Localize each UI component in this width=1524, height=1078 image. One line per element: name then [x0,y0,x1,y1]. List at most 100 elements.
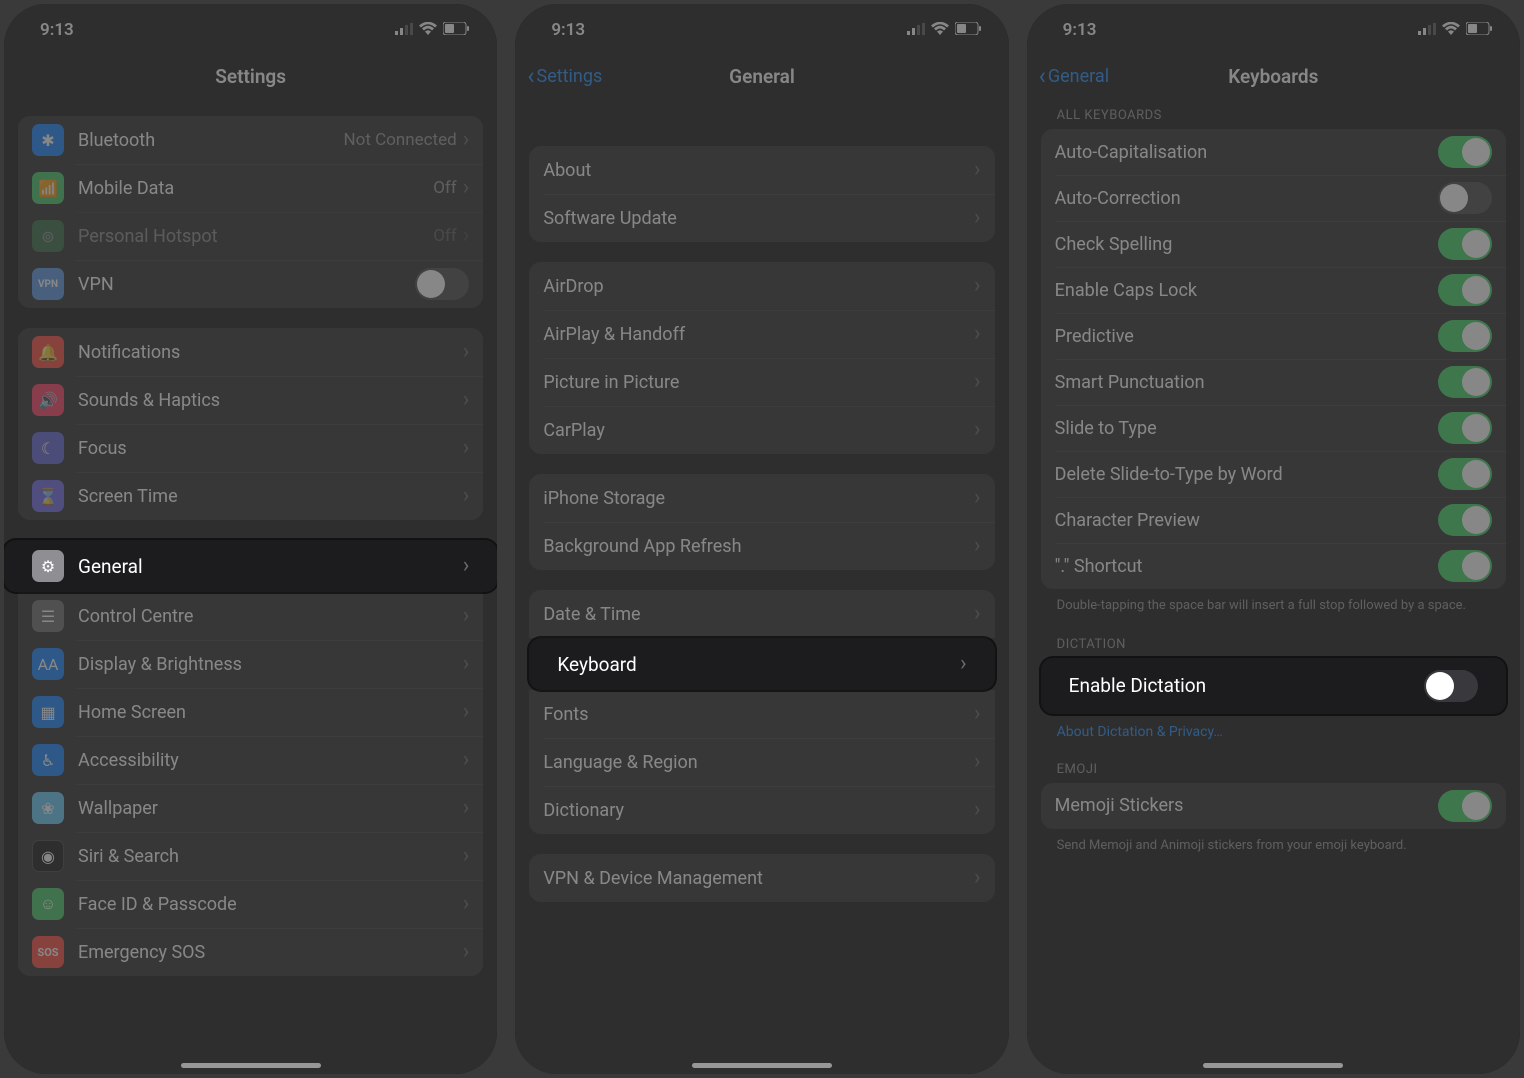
row-notifications[interactable]: 🔔 Notifications › [18,328,483,376]
row-label: Date & Time [543,604,974,625]
back-button[interactable]: ‹ Settings [527,64,602,88]
settings-content[interactable]: ✱ Bluetooth Not Connected› 📶 Mobile Data… [4,96,497,1074]
row-keyboard-highlight[interactable]: Keyboard › [529,638,994,690]
sos-icon: SOS [32,936,64,968]
chevron-right-icon: › [463,129,470,151]
row-check-spelling[interactable]: Check Spelling [1041,221,1506,267]
toggle-vpn[interactable] [415,268,469,300]
toggle-check-spelling[interactable] [1438,228,1492,260]
toggle-delete-slide-to-type-by-word[interactable] [1438,458,1492,490]
toggle-memoji-stickers[interactable] [1438,790,1492,822]
row-control-centre[interactable]: ☰ Control Centre › [18,592,483,640]
row-label: Background App Refresh [543,536,974,557]
row-software-update[interactable]: Software Update › [529,194,994,242]
row-carplay[interactable]: CarPlay › [529,406,994,454]
chevron-right-icon: › [974,799,981,821]
chevron-right-icon: › [463,177,470,199]
chevron-right-icon: › [463,701,470,723]
chevron-right-icon: › [463,749,470,771]
row-language-region[interactable]: Language & Region › [529,738,994,786]
row-about[interactable]: About › [529,146,994,194]
siri-icon: ◉ [32,840,64,872]
row-vpn-device-management[interactable]: VPN & Device Management › [529,854,994,902]
toggle-auto-capitalisation[interactable] [1438,136,1492,168]
row-label: Keyboard [557,653,960,676]
row-background-app-refresh[interactable]: Background App Refresh › [529,522,994,570]
row-label: Character Preview [1055,510,1438,531]
chevron-right-icon: › [974,275,981,297]
chevron-right-icon: › [463,389,470,411]
accessibility-icon: ♿︎ [32,744,64,776]
row-label: Predictive [1055,326,1438,347]
row-siri-search[interactable]: ◉ Siri & Search › [18,832,483,880]
chevron-right-icon: › [974,159,981,181]
page-title: General [729,65,795,88]
row-face-id-passcode[interactable]: ☺︎ Face ID & Passcode › [18,880,483,928]
nav-bar: Settings [4,56,497,96]
toggle-auto-correction[interactable] [1438,182,1492,214]
row-wallpaper[interactable]: ❀ Wallpaper › [18,784,483,832]
row-label: VPN [78,274,415,295]
general-content[interactable]: About › Software Update › AirDrop › AirP… [515,96,1008,1074]
row-home-screen[interactable]: ▦ Home Screen › [18,688,483,736]
privacy-link[interactable]: About Dictation & Privacy… [1041,714,1506,740]
row-bluetooth[interactable]: ✱ Bluetooth Not Connected› [18,116,483,164]
row-label: Auto-Correction [1055,188,1438,209]
footer-note: Send Memoji and Animoji stickers from yo… [1041,829,1506,855]
signal-icon [395,20,413,40]
row-enable-dictation-highlight[interactable]: Enable Dictation [1041,658,1506,714]
row-picture-in-picture[interactable]: Picture in Picture › [529,358,994,406]
row-fonts[interactable]: Fonts › [529,690,994,738]
row-mobile-data[interactable]: 📶 Mobile Data Off› [18,164,483,212]
home-indicator[interactable] [692,1063,832,1068]
toggle-character-preview[interactable] [1438,504,1492,536]
row-sounds-haptics[interactable]: 🔊 Sounds & Haptics › [18,376,483,424]
moon-icon: ☾ [32,432,64,464]
status-bar: 9:13 [1027,4,1520,56]
row-auto-capitalisation[interactable]: Auto-Capitalisation [1041,129,1506,175]
row-date-time[interactable]: Date & Time › [529,590,994,638]
row-airdrop[interactable]: AirDrop › [529,262,994,310]
row-screen-time[interactable]: ⌛ Screen Time › [18,472,483,520]
toggle-predictive[interactable] [1438,320,1492,352]
row--shortcut[interactable]: "." Shortcut [1041,543,1506,589]
row-display-brightness[interactable]: AA Display & Brightness › [18,640,483,688]
row-auto-correction[interactable]: Auto-Correction [1041,175,1506,221]
row-delete-slide-to-type-by-word[interactable]: Delete Slide-to-Type by Word [1041,451,1506,497]
row-label: Home Screen [78,702,463,723]
row-memoji-stickers[interactable]: Memoji Stickers [1041,783,1506,829]
row-label: Display & Brightness [78,654,463,675]
row-airplay-handoff[interactable]: AirPlay & Handoff › [529,310,994,358]
toggle-enable-caps-lock[interactable] [1438,274,1492,306]
toggle--shortcut[interactable] [1438,550,1492,582]
row-emergency-sos[interactable]: SOS Emergency SOS › [18,928,483,976]
row-label: Fonts [543,704,974,725]
row-enable-caps-lock[interactable]: Enable Caps Lock [1041,267,1506,313]
row-slide-to-type[interactable]: Slide to Type [1041,405,1506,451]
back-button[interactable]: ‹ General [1039,64,1109,88]
home-indicator[interactable] [181,1063,321,1068]
battery-icon [955,20,981,40]
row-dictionary[interactable]: Dictionary › [529,786,994,834]
row-predictive[interactable]: Predictive [1041,313,1506,359]
toggle-smart-punctuation[interactable] [1438,366,1492,398]
row-label: Dictionary [543,800,974,821]
row-accessibility[interactable]: ♿︎ Accessibility › [18,736,483,784]
row-personal-hotspot[interactable]: ⊚ Personal Hotspot Off› [18,212,483,260]
row-smart-punctuation[interactable]: Smart Punctuation [1041,359,1506,405]
chevron-right-icon: › [974,323,981,345]
home-indicator[interactable] [1203,1063,1343,1068]
row-iphone-storage[interactable]: iPhone Storage › [529,474,994,522]
toggle-slide-to-type[interactable] [1438,412,1492,444]
toggle-enable-dictation[interactable] [1424,670,1478,702]
wallpaper-icon: ❀ [32,792,64,824]
row-focus[interactable]: ☾ Focus › [18,424,483,472]
row-label: Picture in Picture [543,372,974,393]
row-general-highlight[interactable]: ⚙ General › [4,540,497,592]
status-time: 9:13 [1063,20,1097,40]
row-character-preview[interactable]: Character Preview [1041,497,1506,543]
row-label: "." Shortcut [1055,556,1438,577]
row-vpn[interactable]: VPN VPN [18,260,483,308]
phone-general: 9:13 ‹ Settings General About › Software… [515,4,1008,1074]
keyboards-content[interactable]: ALL KEYBOARDS Auto-Capitalisation Auto-C… [1027,96,1520,1074]
